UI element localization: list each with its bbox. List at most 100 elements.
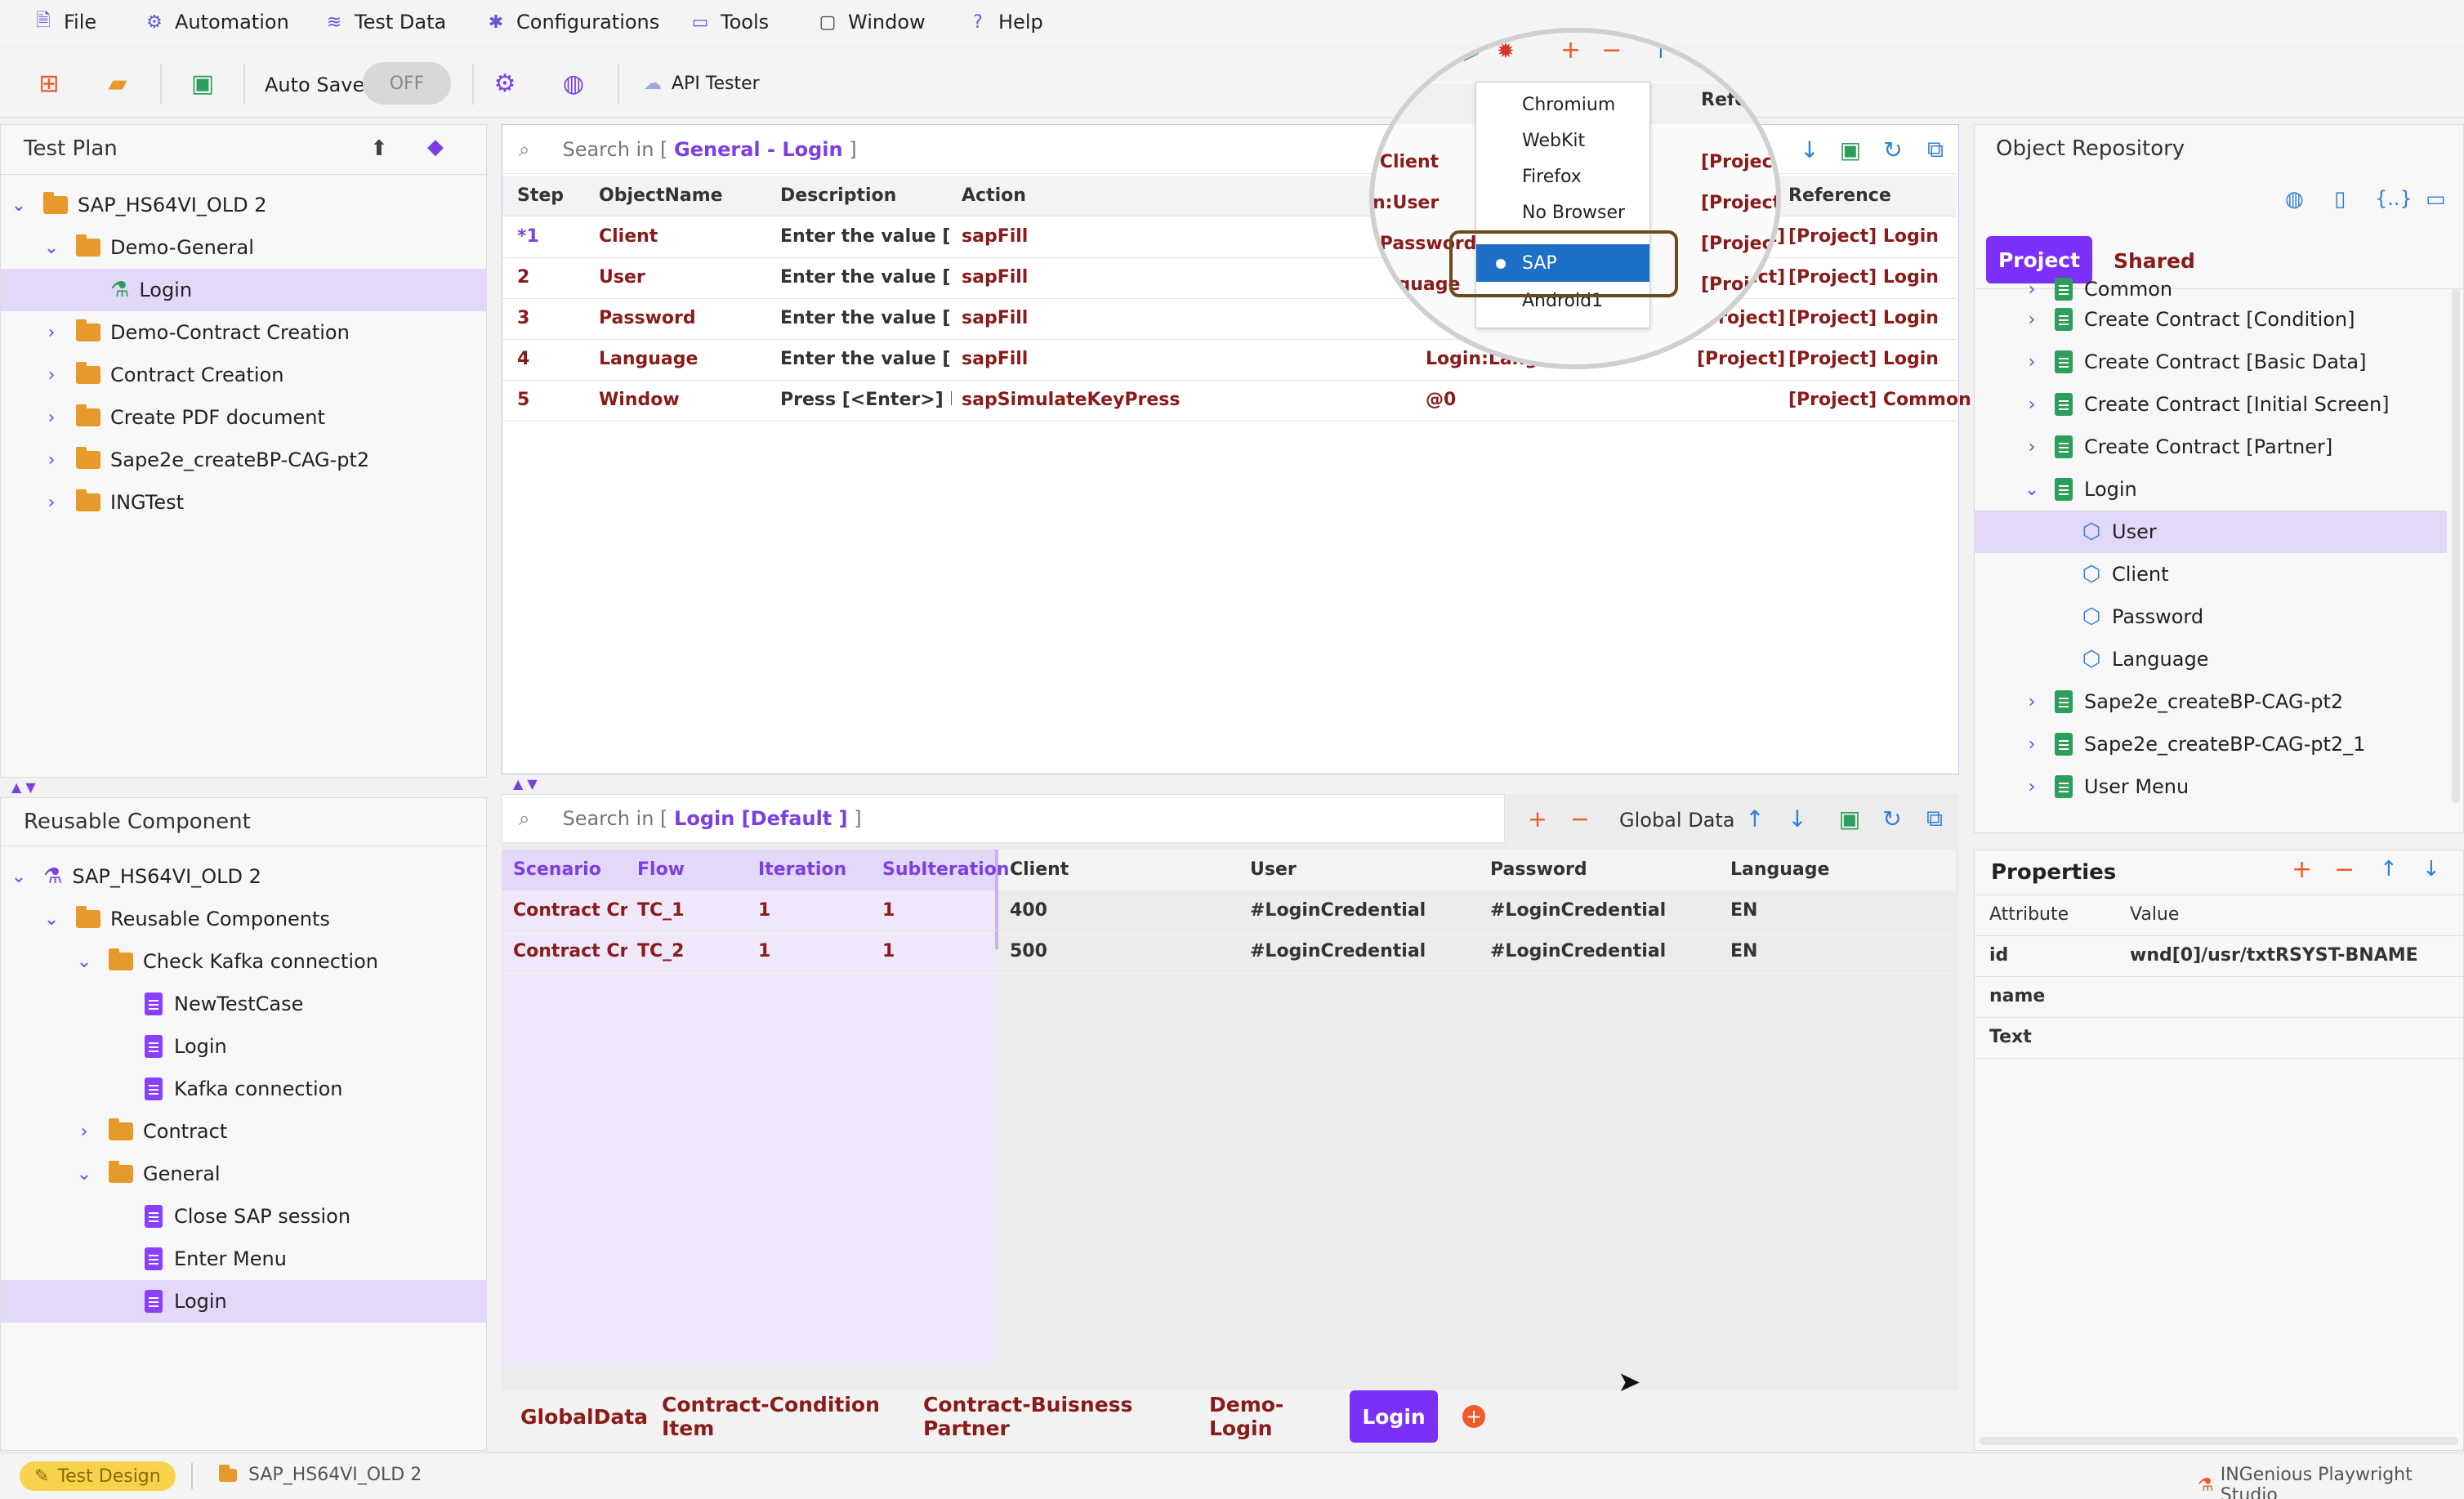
upload-icon[interactable]: ⬆ xyxy=(370,136,388,161)
tree-item-close-sap[interactable]: Close SAP session xyxy=(1,1195,486,1238)
remove-step-icon[interactable]: − xyxy=(1601,36,1622,65)
browser-option-no-browser[interactable]: No Browser xyxy=(1476,195,1648,230)
tree-item-reusable-components[interactable]: ⌄ Reusable Components xyxy=(1,898,486,940)
menu-automation[interactable]: ⚙ Automation xyxy=(144,8,289,36)
move-down-icon[interactable]: ↓ xyxy=(1781,802,1814,835)
save-data-icon[interactable]: ▣ xyxy=(1833,802,1866,835)
repo-item[interactable]: › Create Contract [Condition] xyxy=(1975,298,2440,341)
move-down-icon[interactable]: ↓ xyxy=(2422,857,2440,881)
step-object[interactable]: Password xyxy=(599,308,696,328)
cell-iteration[interactable]: 1 xyxy=(758,941,770,961)
repo-item[interactable]: › Sape2e_createBP-CAG-pt2_1 xyxy=(1975,723,2440,765)
add-step-icon[interactable]: + xyxy=(1560,36,1581,65)
cell-language[interactable]: EN xyxy=(1730,941,1757,961)
tree-item-check-kafka[interactable]: ⌄ Check Kafka connection xyxy=(1,940,486,983)
step-description[interactable]: Enter the value [<... xyxy=(780,267,952,288)
browser-option-firefox[interactable]: Firefox xyxy=(1476,159,1648,194)
collapse-arrows-icon[interactable]: ▲ ▼ xyxy=(11,779,36,795)
cell-flow[interactable]: TC_1 xyxy=(637,900,684,921)
mobile-icon[interactable]: ▯ xyxy=(2334,187,2346,212)
repo-object-client[interactable]: ⬡ Client xyxy=(1975,553,2440,596)
browser-option-chromium[interactable]: Chromium xyxy=(1476,87,1648,122)
cell-password[interactable]: #LoginCredential xyxy=(1490,941,1666,961)
menu-window[interactable]: ▢ Window xyxy=(817,8,926,36)
remove-row-icon[interactable]: − xyxy=(1564,802,1596,835)
cell-flow[interactable]: TC_2 xyxy=(637,941,684,961)
step-reference[interactable]: [Project] Common xyxy=(1788,390,1971,410)
step-reference[interactable]: [Project] Login xyxy=(1788,308,1939,328)
step-description[interactable]: Press [<Enter>] key xyxy=(780,390,952,410)
move-up-icon[interactable]: ↑ xyxy=(2380,857,2398,881)
tree-item-enter-menu[interactable]: Enter Menu xyxy=(1,1238,486,1280)
move-up-icon[interactable]: ↑ xyxy=(1739,802,1771,835)
scrollbar[interactable] xyxy=(2452,288,2460,803)
testdata-search-bar[interactable]: ⌕ Search in [ Login [Default ] ] xyxy=(502,794,1505,843)
repo-item[interactable]: › User Menu xyxy=(1975,765,2440,808)
cell-scenario[interactable]: Contract Cr... xyxy=(513,941,627,961)
tab-shared[interactable]: Shared xyxy=(2114,249,2195,273)
tree-item-demo-contract-creation[interactable]: › Demo-Contract Creation xyxy=(1,311,486,354)
repo-item[interactable]: › Sape2e_createBP-CAG-pt2 xyxy=(1975,680,2440,723)
repo-item[interactable]: › Create Contract [Initial Screen] xyxy=(1975,383,2440,426)
sheet-tab-globaldata[interactable]: GlobalData xyxy=(520,1390,648,1443)
prop-attr-text[interactable]: Text xyxy=(1989,1027,2032,1047)
auto-save-toggle[interactable]: OFF xyxy=(363,62,451,105)
step-action[interactable]: sapFill xyxy=(962,226,1028,247)
horizontal-scrollbar[interactable] xyxy=(1980,1437,2458,1445)
step-object[interactable]: Client xyxy=(599,226,658,247)
cell-client[interactable]: 400 xyxy=(1010,900,1047,921)
cell-language[interactable]: EN xyxy=(1730,900,1757,921)
step-action[interactable]: sapFill xyxy=(962,267,1028,288)
repo-object-user[interactable]: ⬡ User xyxy=(1975,511,2447,553)
step-description[interactable]: Enter the value [<... xyxy=(780,226,952,247)
mode-badge[interactable]: ✎ Test Design xyxy=(20,1461,176,1491)
menu-file[interactable]: 🗎 File xyxy=(33,8,96,36)
sheet-tab-login[interactable]: Login xyxy=(1350,1390,1438,1443)
repo-item[interactable]: › Create Contract [Basic Data] xyxy=(1975,341,2440,383)
json-icon[interactable]: {..} xyxy=(2375,187,2413,210)
tree-item-demo-general[interactable]: ⌄ Demo-General xyxy=(1,226,486,269)
step-reference[interactable]: [Project] Login xyxy=(1788,267,1939,288)
tree-item-reusable-root[interactable]: ⌄ ⚗ SAP_HS64VI_OLD 2 xyxy=(1,855,486,898)
remove-property-icon[interactable]: − xyxy=(2334,855,2355,884)
menu-tools[interactable]: ▭ Tools xyxy=(690,8,770,36)
tree-item-newtestcase[interactable]: NewTestCase xyxy=(1,983,486,1025)
repo-item-login[interactable]: ⌄ Login xyxy=(1975,468,2440,511)
open-external-icon[interactable]: ⧉ xyxy=(1918,802,1951,835)
menu-test-data[interactable]: ≋ Test Data xyxy=(324,8,446,36)
tree-item-sape2e[interactable]: › Sape2e_createBP-CAG-pt2 xyxy=(1,439,486,481)
cell-user[interactable]: #LoginCredential xyxy=(1250,941,1426,961)
global-data-label[interactable]: Global Data xyxy=(1619,809,1735,832)
debug-bug-icon[interactable]: ✹ xyxy=(1497,39,1515,64)
add-property-icon[interactable]: + xyxy=(2292,855,2312,884)
tree-item-ingtest[interactable]: › INGTest xyxy=(1,481,486,524)
cell-subiteration[interactable]: 1 xyxy=(882,900,895,921)
repo-object-password[interactable]: ⬡ Password xyxy=(1975,596,2440,638)
sheet-tab-demo-login[interactable]: Demo-Login xyxy=(1209,1390,1340,1443)
api-tester-button[interactable]: ☁ API Tester xyxy=(644,69,760,98)
cell-subiteration[interactable]: 1 xyxy=(882,941,895,961)
new-project-icon[interactable]: ⊞ xyxy=(31,65,67,101)
web-icon[interactable]: ◍ xyxy=(2285,187,2304,212)
tag-icon[interactable]: ◆ xyxy=(427,135,444,159)
step-reference[interactable]: [Project] Login xyxy=(1788,349,1939,369)
collapse-arrows-icon[interactable]: ▲ ▼ xyxy=(513,776,538,792)
prop-attr-name[interactable]: name xyxy=(1989,986,2045,1006)
step-description[interactable]: Enter the value [<... xyxy=(780,308,952,328)
step-description[interactable]: Enter the value [<... xyxy=(780,349,952,369)
add-row-icon[interactable]: + xyxy=(1521,802,1554,835)
tree-item-login[interactable]: ⚗ Login xyxy=(1,269,486,311)
move-down-icon[interactable]: ↓ xyxy=(1793,133,1826,166)
tree-item-project[interactable]: ⌄ SAP_HS64VI_OLD 2 xyxy=(1,184,486,226)
menu-configurations[interactable]: ✱ Configurations xyxy=(485,8,659,36)
tree-item-contract-creation[interactable]: › Contract Creation xyxy=(1,354,486,396)
step-reference[interactable]: [Project] Login xyxy=(1788,226,1939,247)
sheet-tab-contract-partner[interactable]: Contract-Buisness Partner xyxy=(923,1390,1191,1443)
move-up-icon[interactable]: ↑ xyxy=(1652,39,1670,64)
cell-user[interactable]: #LoginCredential xyxy=(1250,900,1426,921)
step-condition[interactable]: [Project] xyxy=(1697,349,1785,369)
cell-client[interactable]: 500 xyxy=(1010,941,1047,961)
step-action[interactable]: sapFill xyxy=(962,349,1028,369)
save-steps-icon[interactable]: ▣ xyxy=(1834,133,1867,166)
tree-item-general[interactable]: ⌄ General xyxy=(1,1153,486,1195)
